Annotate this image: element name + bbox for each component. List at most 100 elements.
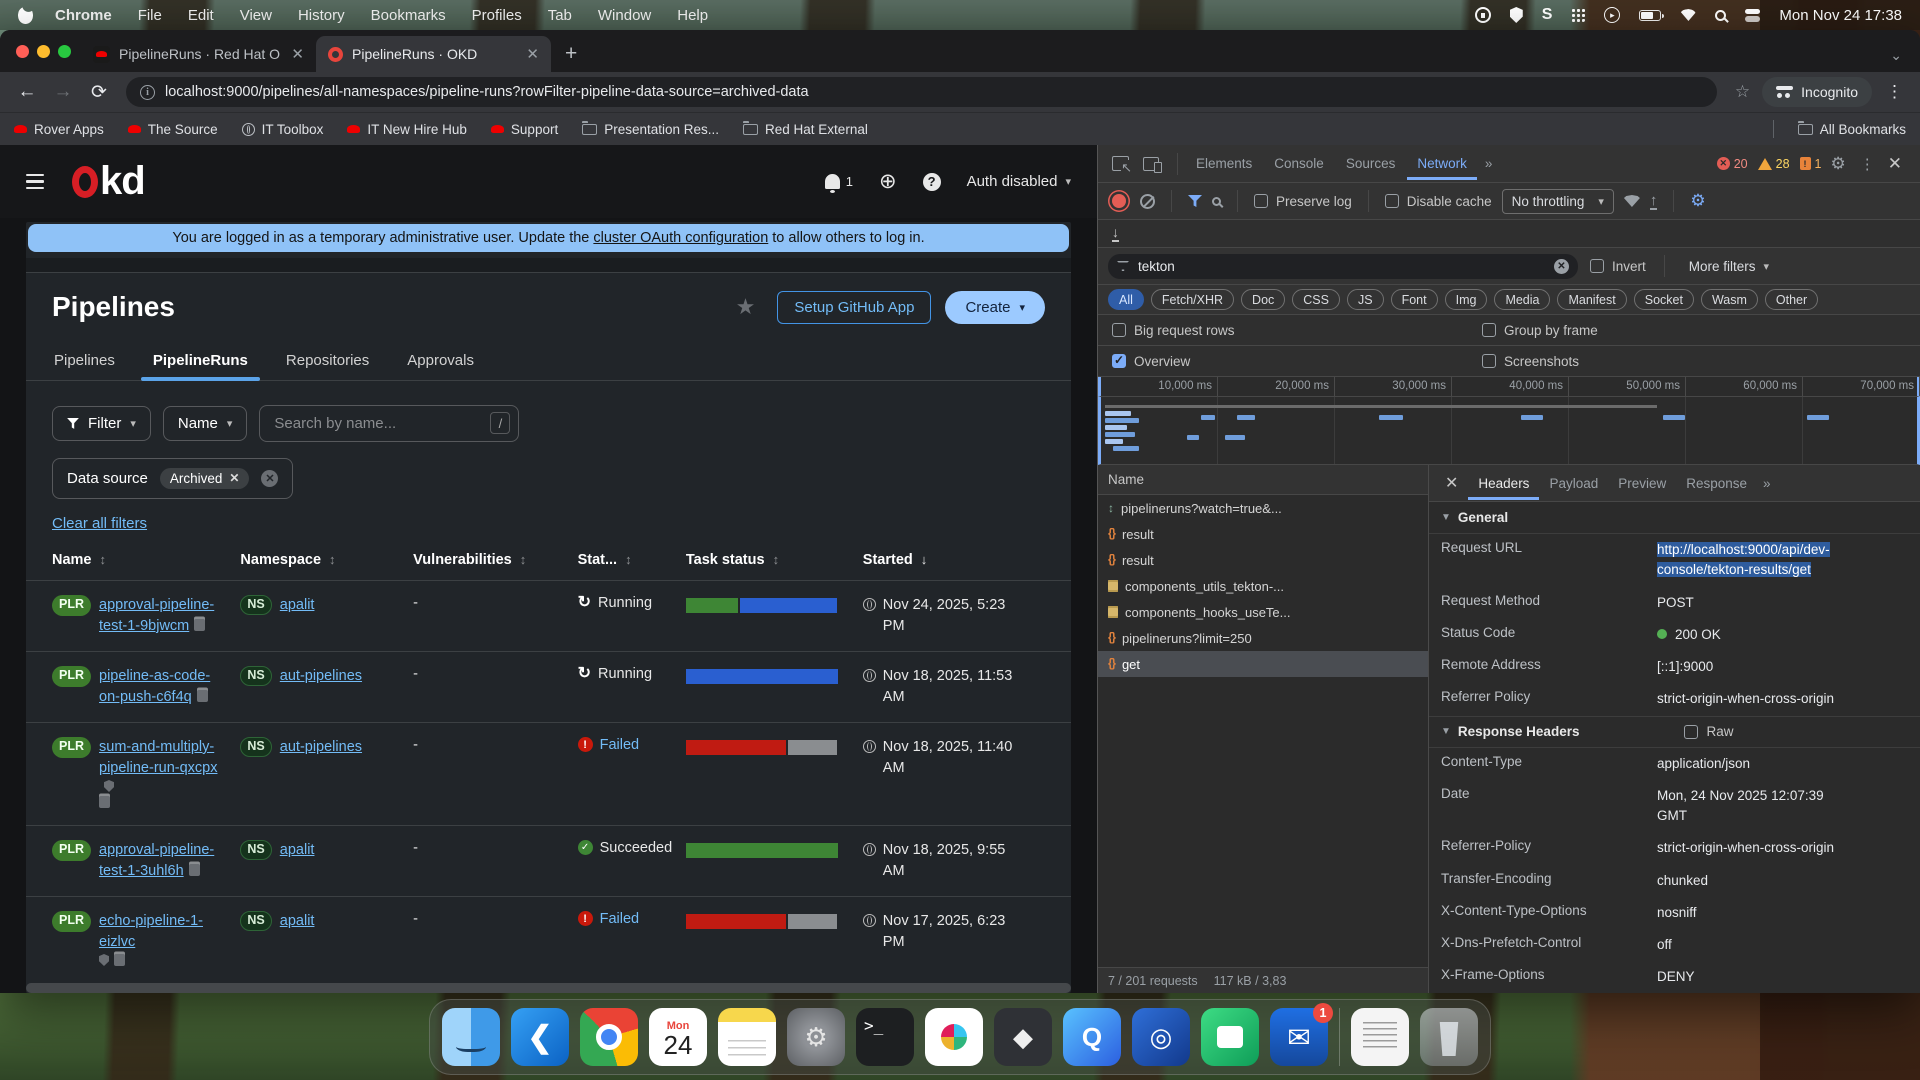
chip-font[interactable]: Font [1391, 289, 1438, 310]
dock-trash-icon[interactable] [1420, 1008, 1478, 1066]
remove-chip-icon[interactable]: ✕ [229, 471, 239, 485]
more-filters-button[interactable]: More filters▾ [1689, 259, 1769, 274]
bookmark-the-source[interactable]: The Source [128, 122, 218, 137]
apple-menu-icon[interactable] [18, 7, 33, 24]
request-row[interactable]: {}result [1098, 521, 1428, 547]
bookmark-presentation-res[interactable]: Presentation Res... [582, 122, 719, 137]
more-tabs-icon[interactable]: » [1757, 476, 1777, 491]
tab-console[interactable]: Console [1264, 147, 1334, 180]
chip-media[interactable]: Media [1494, 289, 1550, 310]
browser-menu-icon[interactable]: ⋮ [1878, 82, 1908, 102]
network-conditions-icon[interactable] [1624, 195, 1640, 207]
col-name[interactable]: Name↕ [26, 542, 240, 581]
warning-count-badge[interactable]: 28 [1758, 157, 1790, 171]
dock-calendar-icon[interactable]: Mon 24 [649, 1008, 707, 1066]
tab-repositories[interactable]: Repositories [284, 344, 371, 380]
nav-menu-icon[interactable] [26, 174, 44, 190]
reload-button[interactable]: ⟳ [84, 81, 114, 104]
issues-count-badge[interactable]: !1 [1800, 157, 1822, 171]
rotation-lock-icon[interactable] [1475, 7, 1491, 23]
chip-img[interactable]: Img [1445, 289, 1488, 310]
record-network-log-button[interactable] [1112, 194, 1126, 208]
task-status-bar[interactable] [686, 914, 838, 929]
namespace-link[interactable]: apalit [280, 911, 315, 932]
bookmark-it-new-hire-hub[interactable]: IT New Hire Hub [347, 122, 467, 137]
chip-wasm[interactable]: Wasm [1701, 289, 1758, 310]
menu-window[interactable]: Window [598, 7, 651, 24]
forward-button[interactable]: → [48, 81, 78, 103]
menubar-clock[interactable]: Mon Nov 24 17:38 [1779, 7, 1902, 24]
request-row[interactable]: {}result [1098, 547, 1428, 573]
namespace-link[interactable]: apalit [280, 595, 315, 616]
col-started[interactable]: Started↓ [863, 542, 1071, 581]
col-vulnerabilities[interactable]: Vulnerabilities↕ [413, 542, 577, 581]
menu-tab[interactable]: Tab [548, 7, 572, 24]
filter-dropdown[interactable]: Filter ▾ [52, 406, 151, 441]
chip-js[interactable]: JS [1347, 289, 1384, 310]
menu-history[interactable]: History [298, 7, 345, 24]
bookmark-star-icon[interactable]: ☆ [1729, 82, 1756, 102]
status-link[interactable]: Failed [600, 911, 640, 927]
col-status[interactable]: Stat...↕ [578, 542, 686, 581]
big-request-rows-checkbox[interactable]: Big request rows [1112, 323, 1482, 338]
bookmark-rover-apps[interactable]: Rover Apps [14, 122, 104, 137]
screenshots-checkbox[interactable]: Screenshots [1482, 354, 1852, 369]
chip-manifest[interactable]: Manifest [1557, 289, 1626, 310]
download-har-icon[interactable]: ↓ [1112, 225, 1119, 242]
chip-all[interactable]: All [1108, 289, 1144, 310]
menu-file[interactable]: File [138, 7, 162, 24]
play-icon[interactable]: ▸ [1604, 7, 1620, 23]
shield-icon[interactable] [1510, 7, 1523, 23]
battery-icon[interactable] [1639, 10, 1661, 21]
status-link[interactable]: Failed [600, 737, 640, 753]
timeline-ruler[interactable]: 10,000 ms 20,000 ms 30,000 ms 40,000 ms … [1098, 377, 1920, 397]
overview-checkbox[interactable]: Overview [1112, 354, 1482, 369]
task-status-bar[interactable] [686, 843, 838, 858]
clear-chip-group-icon[interactable]: ✕ [261, 470, 278, 487]
spotlight-search-icon[interactable] [1715, 10, 1726, 21]
chip-css[interactable]: CSS [1292, 289, 1340, 310]
group-by-frame-checkbox[interactable]: Group by frame [1482, 323, 1852, 338]
clear-network-log-icon[interactable] [1140, 194, 1155, 209]
chip-doc[interactable]: Doc [1241, 289, 1285, 310]
dock-notes-icon[interactable] [718, 1008, 776, 1066]
tab-preview[interactable]: Preview [1608, 467, 1676, 500]
horizontal-scrollbar[interactable] [26, 983, 1071, 993]
error-count-badge[interactable]: ✕20 [1717, 157, 1748, 171]
col-task-status[interactable]: Task status↕ [686, 542, 863, 581]
request-url-value[interactable]: http://localhost:9000/api/dev-console/te… [1657, 542, 1830, 577]
request-row[interactable]: {}pipelineruns?limit=250 [1098, 625, 1428, 651]
archived-chip[interactable]: Archived ✕ [160, 468, 250, 489]
tab-search-icon[interactable]: ⌄ [1882, 47, 1910, 72]
namespace-link[interactable]: aut-pipelines [280, 666, 362, 687]
namespace-link[interactable]: aut-pipelines [280, 737, 362, 758]
dock-podman-icon[interactable]: ◆ [994, 1008, 1052, 1066]
tab-response[interactable]: Response [1676, 467, 1757, 500]
inspect-element-icon[interactable] [1112, 156, 1129, 171]
control-center-icon[interactable] [1745, 8, 1760, 23]
devtools-settings-icon[interactable]: ⚙ [1824, 154, 1853, 174]
dock-textedit-icon[interactable] [1351, 1008, 1409, 1066]
menu-help[interactable]: Help [677, 7, 708, 24]
wifi-icon[interactable] [1680, 9, 1696, 21]
throttling-select[interactable]: No throttling▾ [1502, 189, 1614, 214]
menu-bookmarks[interactable]: Bookmarks [371, 7, 446, 24]
window-minimize-button[interactable] [37, 45, 50, 58]
browser-tab-redhat[interactable]: PipelineRuns · Red Hat OpenS ✕ [81, 36, 316, 72]
dock-finder-icon[interactable] [442, 1008, 500, 1066]
request-row-selected[interactable]: {}get [1098, 651, 1428, 677]
tab-pipelineruns[interactable]: PipelineRuns [151, 344, 250, 380]
tab-headers[interactable]: Headers [1468, 467, 1539, 500]
favorite-star-icon[interactable]: ★ [736, 294, 756, 320]
setup-github-app-button[interactable]: Setup GitHub App [777, 291, 931, 324]
request-row[interactable]: components_hooks_useTe... [1098, 599, 1428, 625]
back-button[interactable]: ← [12, 81, 42, 103]
network-overview[interactable] [1098, 397, 1920, 465]
pipelinerun-link[interactable]: pipeline-as-code-on-push-c6f4q [99, 668, 210, 705]
response-headers-section-header[interactable]: ▼ Response Headers Raw [1429, 716, 1920, 748]
devtools-menu-icon[interactable]: ⋮ [1855, 155, 1880, 173]
task-status-bar[interactable] [686, 598, 838, 613]
dock-mail-icon[interactable]: 1 [1270, 1008, 1328, 1066]
more-tabs-icon[interactable]: » [1479, 156, 1499, 171]
disable-cache-checkbox[interactable]: Disable cache [1385, 194, 1492, 209]
